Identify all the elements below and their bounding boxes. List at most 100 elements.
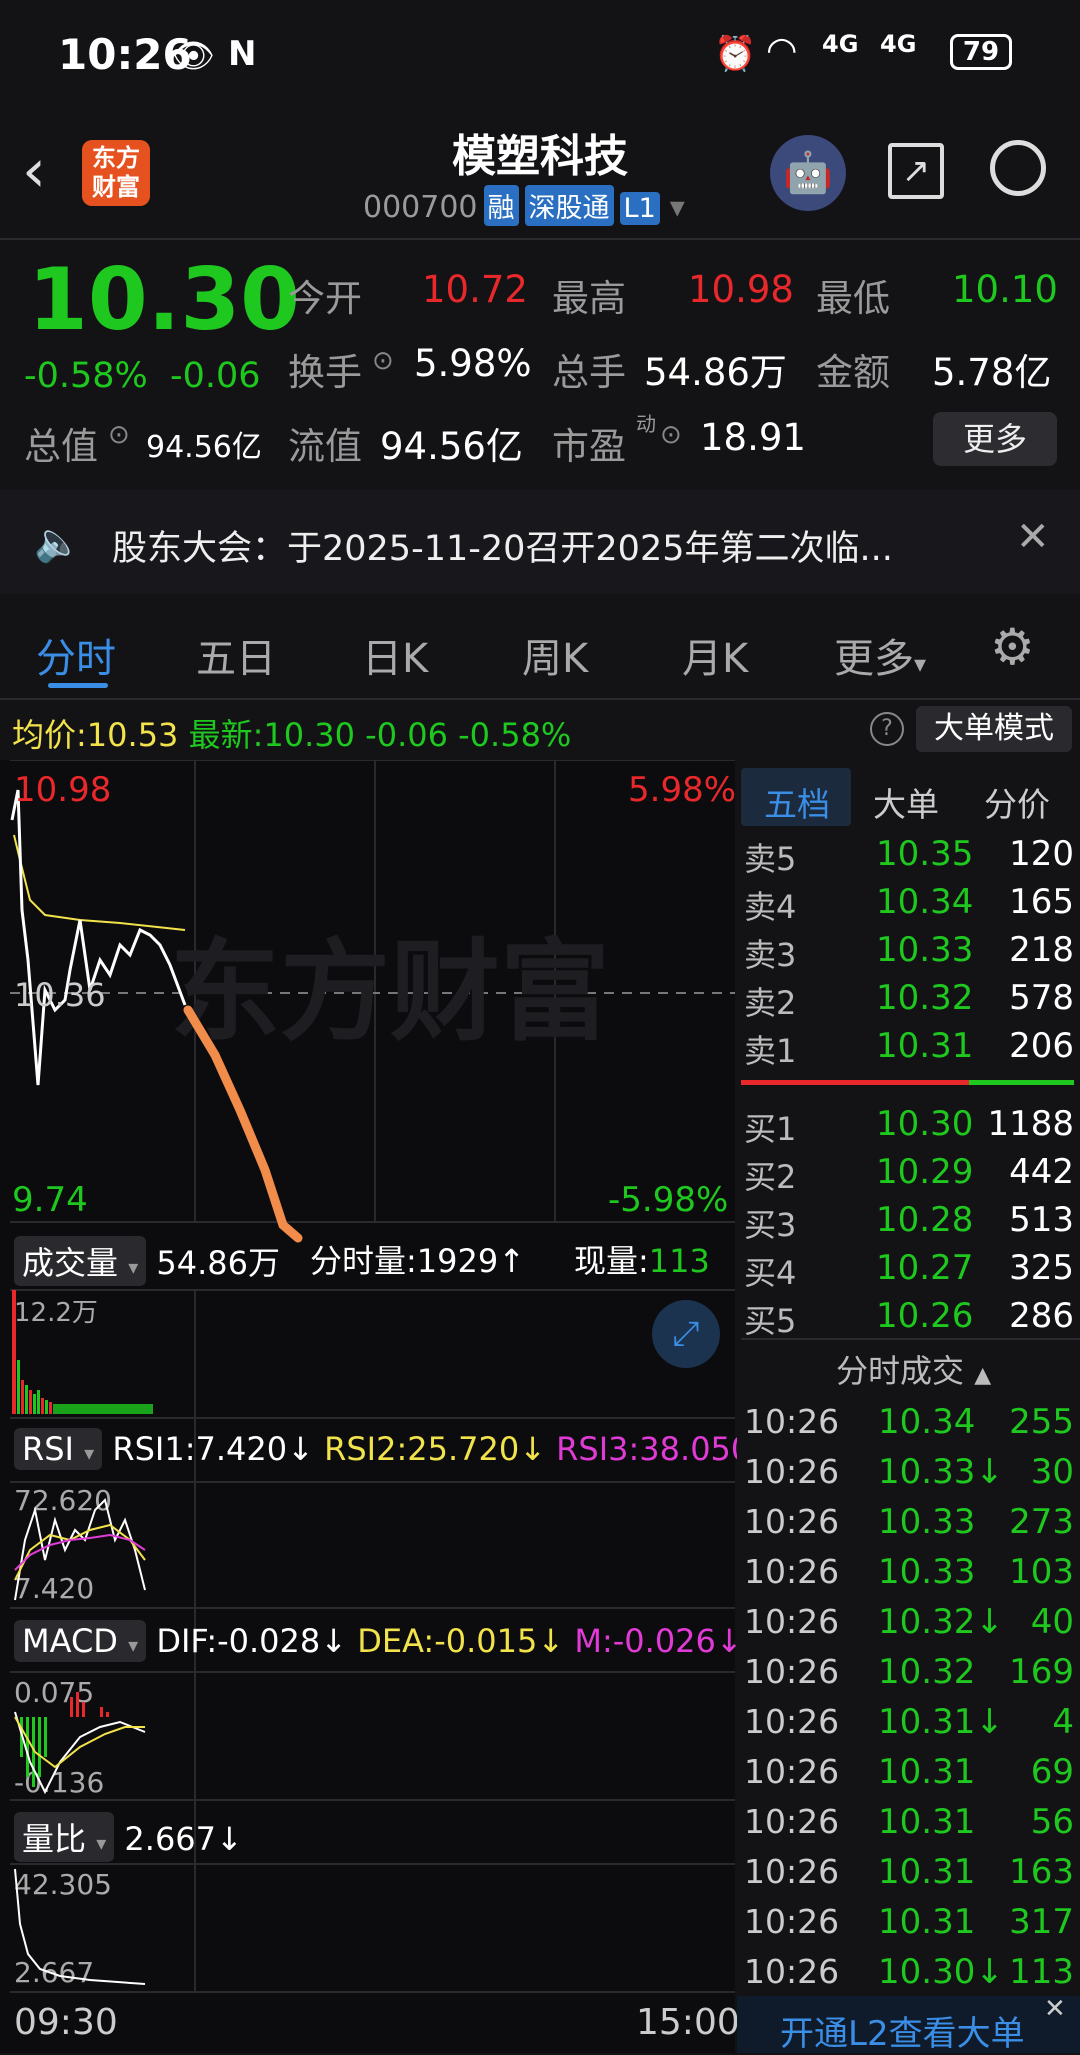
tick-volume: 169: [1009, 1652, 1074, 1692]
ask-level-label: 卖4: [744, 888, 797, 926]
macd-dea: DEA:-0.015↓: [357, 1622, 565, 1660]
bid-price: 10.30: [876, 1104, 974, 1144]
tick-volume: 103: [1009, 1552, 1074, 1592]
ask-bid-ratio-red: [741, 1080, 969, 1085]
tick-price: 10.33: [878, 1502, 976, 1542]
divider: [741, 1338, 1080, 1340]
change-value: -0.06: [170, 356, 261, 396]
float-value: 94.56亿: [380, 425, 523, 468]
pct-max-label: 5.98%: [628, 770, 737, 810]
tab-monthly-k[interactable]: 月K: [682, 626, 748, 684]
level-tag: L1: [619, 192, 660, 225]
ask-volume: 165: [1009, 882, 1074, 922]
bid-volume: 1188: [987, 1104, 1074, 1144]
search-icon[interactable]: [990, 140, 1046, 196]
status-bar: 10:26 👁 N ⏰ ◠ 4G 4G 79: [0, 0, 1080, 105]
x-end-label: 15:00: [636, 2002, 740, 2043]
volume-total: 54.86万: [156, 1244, 281, 1282]
low-label: 最低: [816, 277, 890, 320]
alarm-icon: ⏰: [714, 34, 757, 74]
tick-time: 10:26: [744, 1602, 840, 1641]
robot-avatar-icon[interactable]: 🤖: [770, 135, 846, 211]
lb-selector[interactable]: 量比 ▾: [14, 1812, 115, 1862]
bid-price: 10.26: [876, 1296, 974, 1336]
info-icon-3[interactable]: ⊙: [660, 420, 682, 450]
bid-level-label: 买1: [744, 1110, 797, 1148]
more-button[interactable]: 更多: [933, 412, 1057, 466]
macd-selector[interactable]: MACD ▾: [14, 1620, 147, 1662]
info-icon[interactable]: ⊙: [372, 346, 394, 376]
ask-bid-ratio-green: [969, 1080, 1074, 1085]
banner-close-icon[interactable]: ✕: [1044, 1994, 1066, 2024]
bid-level-label: 买2: [744, 1158, 797, 1196]
tick-price: 10.33: [878, 1552, 976, 1592]
macd-chart: [14, 1692, 146, 1795]
tick-volume: 255: [1009, 1402, 1074, 1442]
tab-daily-k[interactable]: 日K: [362, 626, 428, 684]
current-price: 10.30: [28, 250, 301, 350]
wifi-icon: ◠: [766, 30, 798, 71]
tick-volume: 56: [1030, 1802, 1074, 1842]
tab-big-orders[interactable]: 大单: [873, 778, 939, 826]
x-start-label: 09:30: [14, 2002, 118, 2043]
tab-price-dist[interactable]: 分价: [984, 778, 1050, 826]
tick-volume: 30: [1030, 1452, 1074, 1492]
margin-tag: 融: [483, 185, 519, 226]
help-icon[interactable]: ?: [870, 712, 904, 746]
tick-time: 10:26: [744, 1752, 840, 1791]
notice-text[interactable]: 股东大会：于2025-11-20召开2025年第二次临...: [112, 520, 893, 571]
tick-volume: 40: [1030, 1602, 1074, 1642]
y-min-label: 9.74: [12, 1180, 88, 1220]
signal-4g-icon-2: 4G: [880, 30, 917, 58]
tab-indicator: [48, 683, 108, 688]
tick-time: 10:26: [744, 1702, 840, 1741]
tick-price: 10.34: [878, 1402, 976, 1442]
volume-label: 总手: [552, 351, 626, 394]
bid-level-label: 买5: [744, 1302, 797, 1340]
rsi-header: RSI ▾ RSI1:7.420↓ RSI2:25.720↓ RSI3:38.0…: [14, 1428, 778, 1470]
latest-pct: -0.58%: [458, 716, 572, 754]
tick-time: 10:26: [744, 1802, 840, 1841]
ask-volume: 206: [1009, 1026, 1074, 1066]
mcap-label: 总值: [24, 425, 98, 468]
latest-change: -0.06: [365, 716, 448, 754]
ask-level-label: 卖5: [744, 840, 797, 878]
mcap-value: 94.56亿: [146, 430, 262, 465]
share-icon[interactable]: ↗: [888, 143, 944, 199]
info-icon-2[interactable]: ⊙: [108, 420, 130, 450]
dropdown-icon: ▾: [669, 190, 685, 225]
bid-volume: 442: [1009, 1152, 1074, 1192]
ask-price: 10.33: [876, 930, 974, 970]
speaker-icon: 🔈: [34, 520, 82, 564]
tab-weekly-k[interactable]: 周K: [522, 626, 588, 684]
tick-price: 10.31: [878, 1902, 976, 1942]
l2-banner-text[interactable]: 开通L2查看大单: [780, 2006, 1025, 2055]
divider: [0, 698, 1080, 700]
lb-value: 2.667↓: [124, 1820, 243, 1858]
expand-icon[interactable]: ⤢: [652, 1300, 720, 1368]
rsi-selector[interactable]: RSI ▾: [14, 1428, 103, 1470]
pct-min-label: -5.98%: [608, 1180, 729, 1220]
big-order-mode-button[interactable]: 大单模式: [916, 706, 1072, 752]
tick-volume: 113: [1009, 1952, 1074, 1992]
pe-value: 18.91: [700, 416, 806, 459]
fs-volume: 分时量:1929↑: [310, 1242, 526, 1280]
stock-code-line[interactable]: 000700 融深股通 L1 ▾: [363, 185, 685, 226]
pe-label: 市盈: [552, 425, 626, 468]
bid-price: 10.27: [876, 1248, 974, 1288]
tab-five-day[interactable]: 五日: [196, 626, 276, 684]
rsi2: RSI2:25.720↓: [324, 1430, 546, 1468]
tab-intraday[interactable]: 分时: [36, 626, 116, 684]
volume-selector[interactable]: 成交量 ▾: [14, 1236, 147, 1286]
nfc-icon: N: [228, 34, 257, 74]
settings-gear-icon[interactable]: ⚙: [990, 618, 1035, 676]
lb-header: 量比 ▾ 2.667↓: [14, 1812, 243, 1862]
ask-volume: 578: [1009, 978, 1074, 1018]
tab-five-levels[interactable]: 五档: [764, 778, 830, 826]
close-icon[interactable]: ✕: [1016, 514, 1050, 560]
open-label: 今开: [288, 277, 362, 320]
macd-header: MACD ▾ DIF:-0.028↓ DEA:-0.015↓ M:-0.026↓: [14, 1620, 743, 1662]
tab-more[interactable]: 更多▾: [834, 626, 926, 684]
ticks-title[interactable]: 分时成交 ▲: [836, 1346, 991, 1392]
tick-price: 10.31: [878, 1802, 976, 1842]
